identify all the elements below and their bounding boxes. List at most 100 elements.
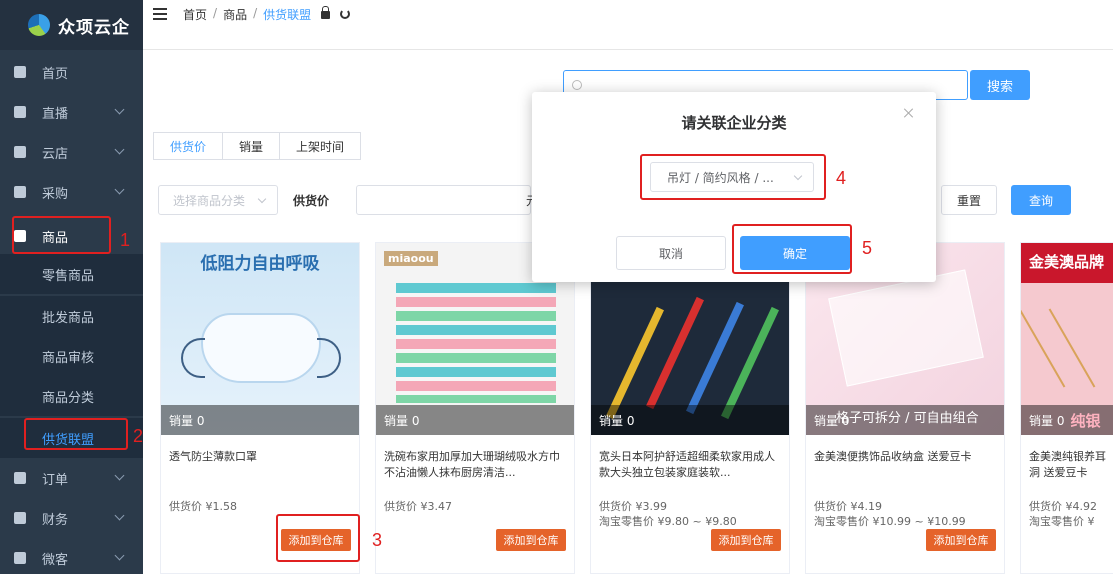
- tab-supply-price[interactable]: 供货价: [153, 132, 223, 160]
- annotation-box: [12, 216, 111, 254]
- order-icon: [14, 472, 26, 484]
- product-title[interactable]: 透气防尘薄款口罩: [169, 449, 355, 481]
- chevron-down-icon: [114, 104, 125, 115]
- breadcrumb-current: 供货联盟: [263, 8, 312, 22]
- mask-strap: [181, 338, 205, 378]
- chevron-down-icon: [114, 144, 125, 155]
- product-title[interactable]: 宽头日本阿护舒适超细柔软家用成人款大头独立包装家庭装软...: [599, 449, 785, 481]
- category-filter-select[interactable]: 选择商品分类: [158, 185, 278, 215]
- breadcrumb-home[interactable]: 首页: [183, 6, 207, 23]
- annotation-box: [24, 418, 128, 450]
- top-bar: 首页 / 商品 / 供货联盟: [143, 0, 1113, 50]
- lock-icon[interactable]: [321, 6, 331, 19]
- annotation-number: 1: [120, 230, 131, 250]
- product-banner-text: 金美澳品牌: [1021, 243, 1113, 283]
- chevron-down-icon: [114, 550, 125, 561]
- price-min-input[interactable]: [356, 185, 531, 215]
- sales-count: 销量 0: [161, 405, 359, 435]
- sidebar-item-wechat[interactable]: 微客: [0, 538, 143, 574]
- finance-icon: [14, 512, 26, 524]
- add-to-warehouse-button[interactable]: 添加到仓库: [926, 529, 996, 551]
- chevron-down-icon: [114, 470, 125, 481]
- store-icon: [14, 146, 26, 158]
- annotation-box: [732, 224, 852, 274]
- refresh-icon[interactable]: [340, 9, 351, 19]
- dialog-title: 请关联企业分类: [681, 114, 787, 132]
- product-card[interactable]: 销量 0 宽头日本阿护舒适超细柔软家用成人款大头独立包装家庭装软... 供货价 …: [590, 242, 790, 574]
- sort-tabs: 供货价 销量 上架时间: [153, 132, 362, 160]
- sales-count-text: 销量 0: [1029, 413, 1065, 428]
- chevron-down-icon: [114, 184, 125, 195]
- sidebar-item-finance[interactable]: 财务: [0, 498, 143, 538]
- mask-shape: [201, 313, 321, 383]
- sidebar-item-live[interactable]: 直播: [0, 92, 143, 132]
- tab-sales[interactable]: 销量: [222, 132, 280, 160]
- sidebar-item-label: 微客: [42, 552, 69, 568]
- add-to-warehouse-button[interactable]: 添加到仓库: [496, 529, 566, 551]
- add-to-warehouse-button[interactable]: 添加到仓库: [711, 529, 781, 551]
- annotation-number: 2: [133, 426, 144, 446]
- sidebar-subitem-category[interactable]: 商品分类: [0, 376, 143, 416]
- chevron-down-icon: [257, 194, 267, 204]
- home-icon: [14, 66, 26, 78]
- cloth-stack: [396, 283, 556, 403]
- close-icon[interactable]: [904, 108, 914, 118]
- supply-price: 供货价 ¥4.19: [814, 500, 882, 513]
- logo-mark-icon: [28, 14, 50, 36]
- app-name: 众项云企: [58, 17, 130, 38]
- product-title[interactable]: 金美澳便携饰品收纳盒 送爱豆卡: [814, 449, 1000, 481]
- sidebar-subitem-wholesale[interactable]: 批发商品: [0, 296, 143, 336]
- annotation-number: 4: [836, 168, 847, 188]
- sales-count: 销量 0 纯银: [1021, 405, 1113, 435]
- annotation-box: [640, 154, 826, 200]
- sidebar-item-home[interactable]: 首页: [0, 52, 143, 92]
- product-card[interactable]: 金美澳品牌 销量 0 纯银 金美澳纯银养耳洞 送爱豆卡 供货价 ¥4.92 淘宝零…: [1020, 242, 1113, 574]
- product-overlay-text: 纯银: [1070, 411, 1101, 430]
- sidebar-subitem-label: 商品审核: [42, 350, 95, 366]
- taobao-price: 淘宝零售价 ¥10.99 ~ ¥10.99: [814, 515, 966, 528]
- annotation-number: 5: [862, 238, 873, 258]
- sidebar-item-label: 首页: [42, 66, 69, 82]
- logo: 众项云企: [0, 0, 143, 50]
- sidebar-item-purchase[interactable]: 采购: [0, 172, 143, 212]
- breadcrumb-separator: /: [253, 6, 258, 20]
- sidebar-item-label: 财务: [42, 512, 69, 528]
- search-button[interactable]: 搜索: [970, 70, 1030, 100]
- supply-price: 供货价 ¥3.47: [384, 500, 452, 513]
- reset-button[interactable]: 重置: [941, 185, 997, 215]
- product-title[interactable]: 洗碗布家用加厚加大珊瑚绒吸水方巾不沾油懒人抹布厨房清洁...: [384, 449, 570, 481]
- breadcrumb-goods[interactable]: 商品: [223, 6, 247, 23]
- live-icon: [14, 106, 26, 118]
- sales-count: 销量 0: [376, 405, 574, 435]
- query-button[interactable]: 查询: [1011, 185, 1071, 215]
- sidebar-subitem-review[interactable]: 商品审核: [0, 336, 143, 376]
- sidebar-item-order[interactable]: 订单: [0, 458, 143, 498]
- earring-pin: [1021, 308, 1066, 388]
- taobao-price: 淘宝零售价 ¥9.80 ~ ¥9.80: [599, 515, 737, 528]
- supply-price: 供货价 ¥1.58: [169, 500, 237, 513]
- annotation-box: [276, 514, 360, 562]
- category-filter-placeholder: 选择商品分类: [173, 193, 246, 208]
- chevron-down-icon: [114, 510, 125, 521]
- sidebar-subitem-label: 零售商品: [42, 268, 95, 284]
- product-brand-text: miaoou: [384, 251, 438, 266]
- tab-listing-time[interactable]: 上架时间: [279, 132, 362, 160]
- search-icon: [572, 80, 582, 90]
- sidebar-subitem-retail[interactable]: 零售商品: [0, 254, 143, 294]
- sidebar-item-label: 直播: [42, 106, 69, 122]
- sidebar: 众项云企 首页 直播 云店 采购 商品 零售商品 批发商品 商品审核 商品分类 …: [0, 0, 143, 574]
- annotation-number: 3: [372, 530, 383, 550]
- sidebar-item-label: 订单: [42, 472, 69, 488]
- sidebar-item-label: 采购: [42, 186, 69, 202]
- product-card[interactable]: 格子可拆分 / 可自由组合 销量 0 金美澳便携饰品收纳盒 送爱豆卡 供货价 ¥…: [805, 242, 1005, 574]
- product-card[interactable]: miaoou 销量 0 洗碗布家用加厚加大珊瑚绒吸水方巾不沾油懒人抹布厨房清洁.…: [375, 242, 575, 574]
- sidebar-item-label: 云店: [42, 146, 69, 162]
- cancel-button[interactable]: 取消: [616, 236, 726, 270]
- taobao-price: 淘宝零售价 ¥: [1029, 515, 1095, 528]
- organizer-box: [828, 269, 984, 387]
- sidebar-subitem-label: 批发商品: [42, 310, 95, 326]
- hamburger-menu-icon[interactable]: [153, 8, 167, 20]
- product-title[interactable]: 金美澳纯银养耳洞 送爱豆卡: [1029, 449, 1113, 481]
- supply-price: 供货价 ¥3.99: [599, 500, 667, 513]
- sidebar-item-store[interactable]: 云店: [0, 132, 143, 172]
